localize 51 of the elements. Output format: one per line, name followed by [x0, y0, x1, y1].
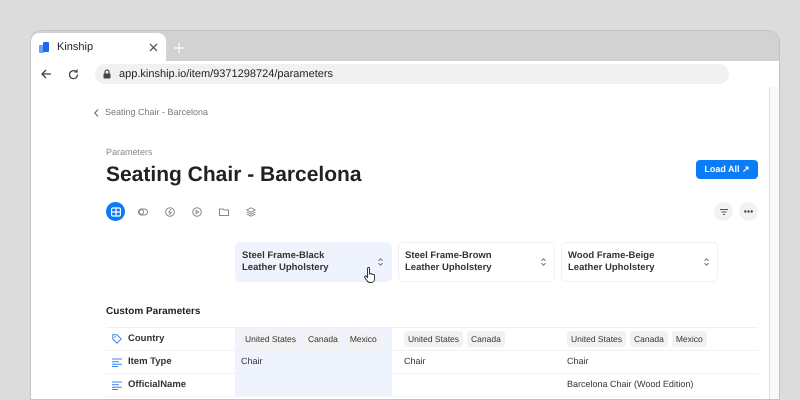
page-subtitle: Parameters — [106, 146, 154, 158]
view-tab[interactable] — [106, 202, 125, 221]
country-tag: United States — [567, 330, 626, 348]
country-tag: Canada — [630, 330, 668, 348]
country-tag: United States — [241, 330, 300, 348]
country-tag: Canada — [467, 330, 505, 348]
sort-icon — [378, 258, 383, 266]
breadcrumb-link[interactable]: Seating Chair - Barcelona — [105, 106, 208, 120]
text-lines-icon — [112, 358, 122, 366]
table-cell-text: Chair — [241, 355, 263, 368]
address-bar[interactable]: app.kinship.io/item/9371298724/parameters — [95, 64, 729, 84]
parameter-label: Item Type — [128, 354, 172, 369]
parameter-label: Country — [128, 332, 164, 346]
text-lines-icon — [112, 380, 122, 390]
country-tag: Mexico — [672, 330, 707, 348]
sort-icon — [704, 258, 709, 266]
country-tag: Mexico — [346, 330, 381, 348]
hand-cursor-icon — [364, 267, 376, 284]
lock-icon — [103, 69, 111, 79]
scrollbar[interactable] — [769, 87, 779, 399]
table-cell-text: Barcelona Chair (Wood Edition) — [567, 378, 694, 392]
variant-selector[interactable]: Wood Frame-Beige Leather Upholstery — [561, 242, 718, 282]
table-cell-text: Chair — [567, 355, 589, 368]
layers-icon — [246, 206, 256, 216]
bolt-icon — [164, 206, 174, 216]
reload-icon[interactable] — [68, 68, 79, 80]
load-all-button[interactable]: Load All ↗ — [696, 160, 758, 179]
chevron-left-icon[interactable] — [94, 108, 99, 117]
country-tag: United States — [404, 330, 464, 348]
parameter-label: OfficialName — [128, 378, 186, 392]
variant-selector[interactable]: Steel Frame-Brown Leather Upholstery — [398, 242, 555, 282]
table-cell-text: Chair — [404, 355, 426, 368]
toggle-icon — [138, 206, 148, 216]
back-arrow-icon[interactable] — [41, 69, 52, 79]
tab-title: Kinship — [57, 40, 94, 55]
play-icon — [192, 206, 202, 216]
browser-tab[interactable]: Kinship — [31, 33, 166, 61]
filter-icon — [720, 208, 728, 214]
app-logo-icon — [39, 42, 49, 52]
page-title: Seating Chair - Barcelona — [106, 162, 362, 188]
variant-selector[interactable]: Steel Frame-Black Leather Upholstery — [235, 242, 392, 282]
close-icon[interactable] — [149, 42, 158, 52]
filter-button[interactable] — [714, 202, 733, 221]
more-button[interactable] — [739, 202, 758, 221]
sort-icon — [541, 258, 546, 266]
table-icon — [110, 206, 120, 216]
folder-icon — [218, 206, 228, 216]
more-dots-icon — [744, 210, 753, 213]
tag-icon — [112, 334, 122, 344]
url-text: app.kinship.io/item/9371298724/parameters — [119, 66, 334, 82]
country-tag: Canada — [304, 330, 342, 348]
